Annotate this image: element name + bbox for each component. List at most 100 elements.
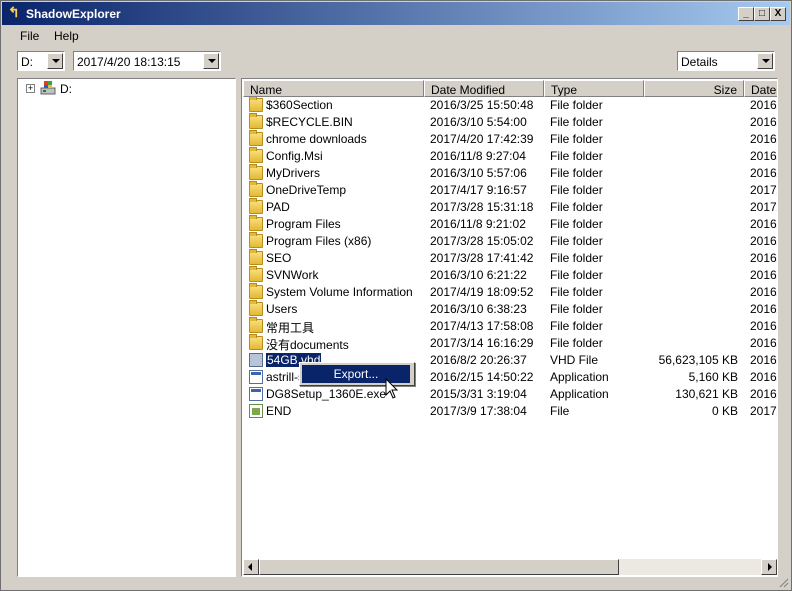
chevron-down-icon[interactable] — [47, 53, 63, 69]
table-row[interactable]: Users 2016/3/10 6:38:23 File folder 2016/ — [243, 300, 777, 318]
menu-help[interactable]: Help — [54, 29, 79, 43]
view-mode-select[interactable]: Details — [677, 51, 775, 71]
cell-date: 2016/ — [750, 217, 777, 231]
table-row[interactable]: PAD 2017/3/28 15:31:18 File folder 2017/ — [243, 198, 777, 216]
chevron-down-icon[interactable] — [203, 53, 219, 69]
cell-size: 56,623,105 KB — [658, 353, 738, 367]
cell-date-modified: 2016/2/15 14:50:22 — [430, 370, 534, 384]
cell-type: File folder — [550, 285, 603, 299]
column-header-date[interactable]: Date — [744, 80, 777, 97]
cell-date: 2016/ — [750, 319, 777, 333]
scroll-left-icon[interactable] — [243, 559, 259, 575]
cell-type: File folder — [550, 234, 603, 248]
column-header-date-modified[interactable]: Date Modified — [424, 80, 544, 97]
cell-name: PAD — [266, 200, 290, 214]
tree-node-drive[interactable]: + D: — [18, 79, 218, 97]
cell-date-modified: 2017/3/9 17:38:04 — [430, 404, 527, 418]
list-header: Name Date Modified Type Size Date — [243, 80, 777, 97]
cell-type: File folder — [550, 98, 603, 112]
table-row[interactable]: END 2017/3/9 17:38:04 File 0 KB 2017/ — [243, 403, 777, 420]
cell-date: 2016/ — [750, 370, 777, 384]
cell-type: File folder — [550, 336, 603, 350]
folder-icon — [249, 198, 263, 214]
cell-type: File folder — [550, 183, 603, 197]
cell-type: File folder — [550, 132, 603, 146]
folder-icon — [249, 249, 263, 265]
cell-date-modified: 2017/4/19 18:09:52 — [430, 285, 534, 299]
cell-date: 2016/ — [750, 387, 777, 401]
maximize-button[interactable]: □ — [754, 7, 770, 21]
column-header-size[interactable]: Size — [644, 80, 744, 97]
folder-icon — [249, 317, 263, 333]
cell-type: File folder — [550, 217, 603, 231]
drive-select-value: D: — [21, 55, 33, 69]
column-header-name[interactable]: Name — [243, 80, 424, 97]
chevron-down-icon[interactable] — [757, 53, 773, 69]
cell-type: File folder — [550, 251, 603, 265]
title-bar[interactable]: ↰ ShadowExplorer _ □ X — [2, 2, 790, 25]
menu-bar: File Help — [2, 26, 790, 46]
cell-date: 2016/ — [750, 234, 777, 248]
cell-name: Config.Msi — [266, 149, 323, 163]
table-row[interactable]: $RECYCLE.BIN 2016/3/10 5:54:00 File folder… — [243, 113, 777, 131]
table-row[interactable]: MyDrivers 2016/3/10 5:57:06 File folder 201… — [243, 164, 777, 182]
cell-date: 2016/ — [750, 149, 777, 163]
view-mode-value: Details — [681, 55, 718, 69]
close-button[interactable]: X — [770, 7, 786, 21]
table-row[interactable]: DG8Setup_1360E.exe 2015/3/31 3:19:04 Appli… — [243, 386, 777, 403]
drive-select[interactable]: D: — [17, 51, 65, 71]
column-header-type[interactable]: Type — [544, 80, 644, 97]
folder-icon — [249, 283, 263, 299]
snapshot-date-select[interactable]: 2017/4/20 18:13:15 — [73, 51, 221, 71]
table-row[interactable]: SVNWork 2016/3/10 6:21:22 File folder 2016/ — [243, 266, 777, 284]
cell-date: 2016/ — [750, 285, 777, 299]
mouse-pointer-icon — [385, 378, 399, 399]
table-row[interactable]: Program Files (x86) 2017/3/28 15:05:02 Fil… — [243, 232, 777, 250]
cell-name: Users — [266, 302, 298, 316]
tree-expand-icon[interactable]: + — [26, 84, 35, 93]
cell-date: 2016/ — [750, 353, 777, 367]
cell-name: MyDrivers — [266, 166, 320, 180]
table-row[interactable]: OneDriveTemp 2017/4/17 9:16:57 File folder… — [243, 181, 777, 199]
minimize-button[interactable]: _ — [738, 7, 754, 21]
window-title: ShadowExplorer — [26, 7, 121, 21]
cell-name: END — [266, 404, 292, 418]
cell-type: File folder — [550, 166, 603, 180]
table-row[interactable]: $360Section 2016/3/25 15:50:48 File folder… — [243, 97, 777, 114]
cell-name: Program Files — [266, 217, 341, 231]
menu-file[interactable]: File — [20, 29, 39, 43]
cell-date-modified: 2016/11/8 9:27:04 — [430, 149, 526, 163]
cell-type: File folder — [550, 319, 603, 333]
cell-date-modified: 2017/4/17 9:16:57 — [430, 183, 527, 197]
drive-icon — [40, 81, 56, 95]
table-row[interactable]: System Volume Information 2017/4/19 18:09… — [243, 283, 777, 301]
folder-icon — [249, 181, 263, 197]
cell-date-modified: 2016/11/8 9:21:02 — [430, 217, 526, 231]
shadowexplorer-window: ↰ ShadowExplorer _ □ X File Help D: 2017… — [0, 0, 792, 591]
scrollbar-thumb[interactable] — [259, 559, 619, 575]
table-row[interactable]: SEO 2017/3/28 17:41:42 File folder 2016/ — [243, 249, 777, 267]
resize-grip-icon[interactable] — [777, 576, 789, 588]
table-row[interactable]: 常用工具 2017/4/13 17:58:08 File folder 2016/ — [243, 317, 777, 335]
table-row[interactable]: chrome downloads 2017/4/20 17:42:39 File f… — [243, 130, 777, 148]
cell-date: 2016/ — [750, 132, 777, 146]
cell-size: 130,621 KB — [675, 387, 738, 401]
folder-icon — [249, 232, 263, 248]
scroll-right-icon[interactable] — [761, 559, 777, 575]
folder-icon — [249, 97, 263, 112]
folder-icon — [249, 300, 263, 316]
cell-date: 2017/ — [750, 183, 777, 197]
table-row[interactable]: 没有documents 2017/3/14 16:16:29 File folder… — [243, 334, 777, 352]
cell-date-modified: 2016/3/10 5:57:06 — [430, 166, 527, 180]
cell-name: chrome downloads — [266, 132, 367, 146]
table-row[interactable]: Program Files 2016/11/8 9:21:02 File folde… — [243, 215, 777, 233]
folder-tree-panel: + D: — [17, 78, 236, 577]
cell-name: System Volume Information — [266, 285, 413, 299]
cell-date-modified: 2016/3/10 5:54:00 — [430, 115, 527, 129]
horizontal-scrollbar[interactable] — [243, 559, 777, 575]
cell-date: 2017/ — [750, 200, 777, 214]
cell-name: $RECYCLE.BIN — [266, 115, 353, 129]
cell-name: OneDriveTemp — [266, 183, 347, 197]
cell-type: File folder — [550, 268, 603, 282]
table-row[interactable]: Config.Msi 2016/11/8 9:27:04 File folder 20… — [243, 147, 777, 165]
